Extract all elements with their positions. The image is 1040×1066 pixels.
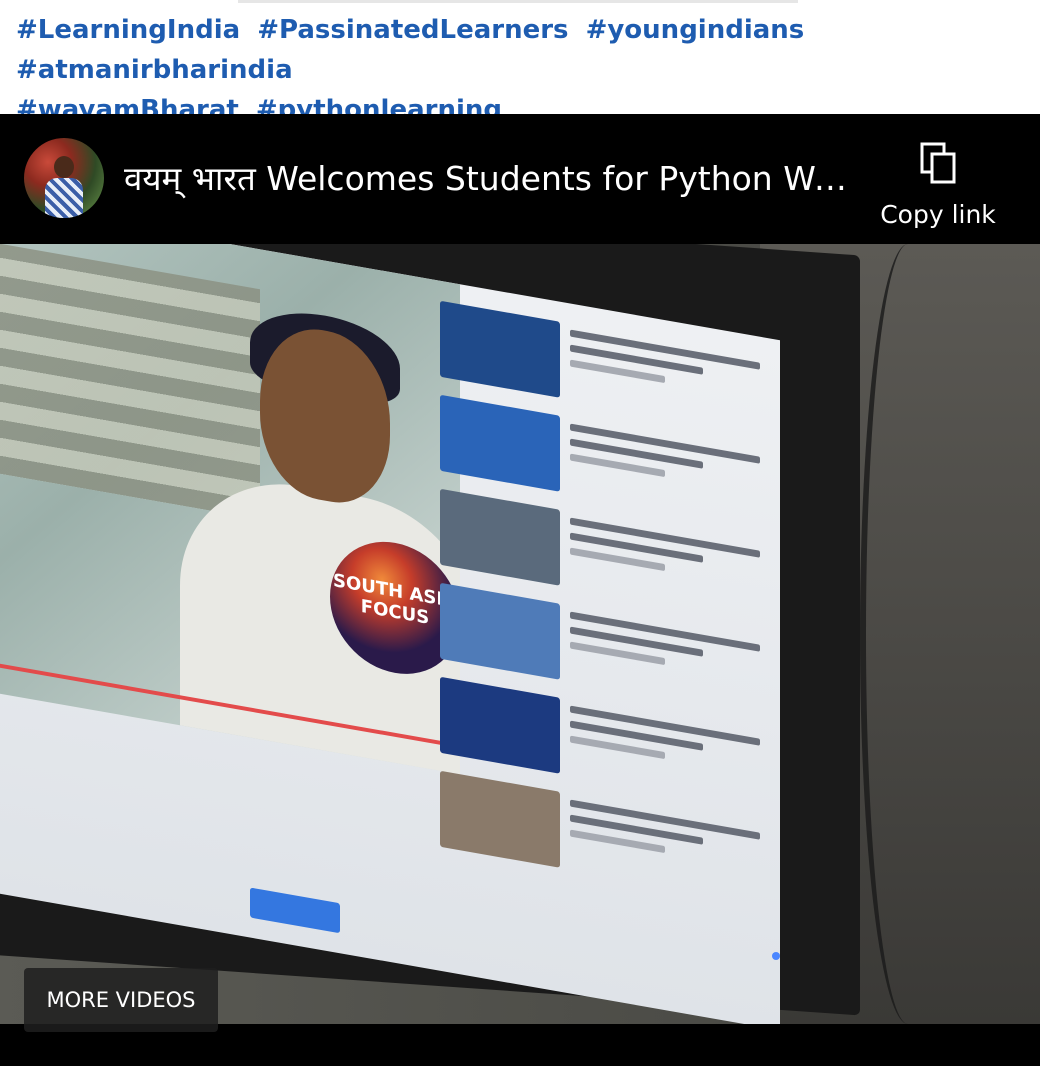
copy-link-label: Copy link: [880, 200, 996, 229]
copy-icon: [920, 142, 956, 184]
more-videos-button[interactable]: MORE VIDEOS: [24, 968, 218, 1032]
hashtag-link[interactable]: #atmanirbharindia: [16, 55, 293, 85]
video-title[interactable]: वयम् भारत Welcomes Students for Python W…: [124, 156, 864, 202]
post-hashtags: #LearningIndia #PassinatedLearners #youn…: [16, 10, 1026, 130]
top-divider: [238, 0, 798, 3]
player-header: वयम् भारत Welcomes Students for Python W…: [0, 114, 1040, 244]
hashtag-link[interactable]: #youngindians: [586, 15, 805, 45]
video-frame[interactable]: SOUTH ASIA FOCUS: [0, 244, 1040, 1024]
hashtag-link[interactable]: #PassinatedLearners: [257, 15, 568, 45]
copy-link-button[interactable]: Copy link: [870, 138, 1010, 234]
more-videos-label: MORE VIDEOS: [46, 988, 196, 1012]
monitor-in-video: SOUTH ASIA FOCUS: [0, 244, 860, 1024]
hashtag-link[interactable]: #LearningIndia: [16, 15, 240, 45]
channel-avatar[interactable]: [24, 138, 104, 218]
embedded-video-player: वयम् भारत Welcomes Students for Python W…: [0, 114, 1040, 1066]
